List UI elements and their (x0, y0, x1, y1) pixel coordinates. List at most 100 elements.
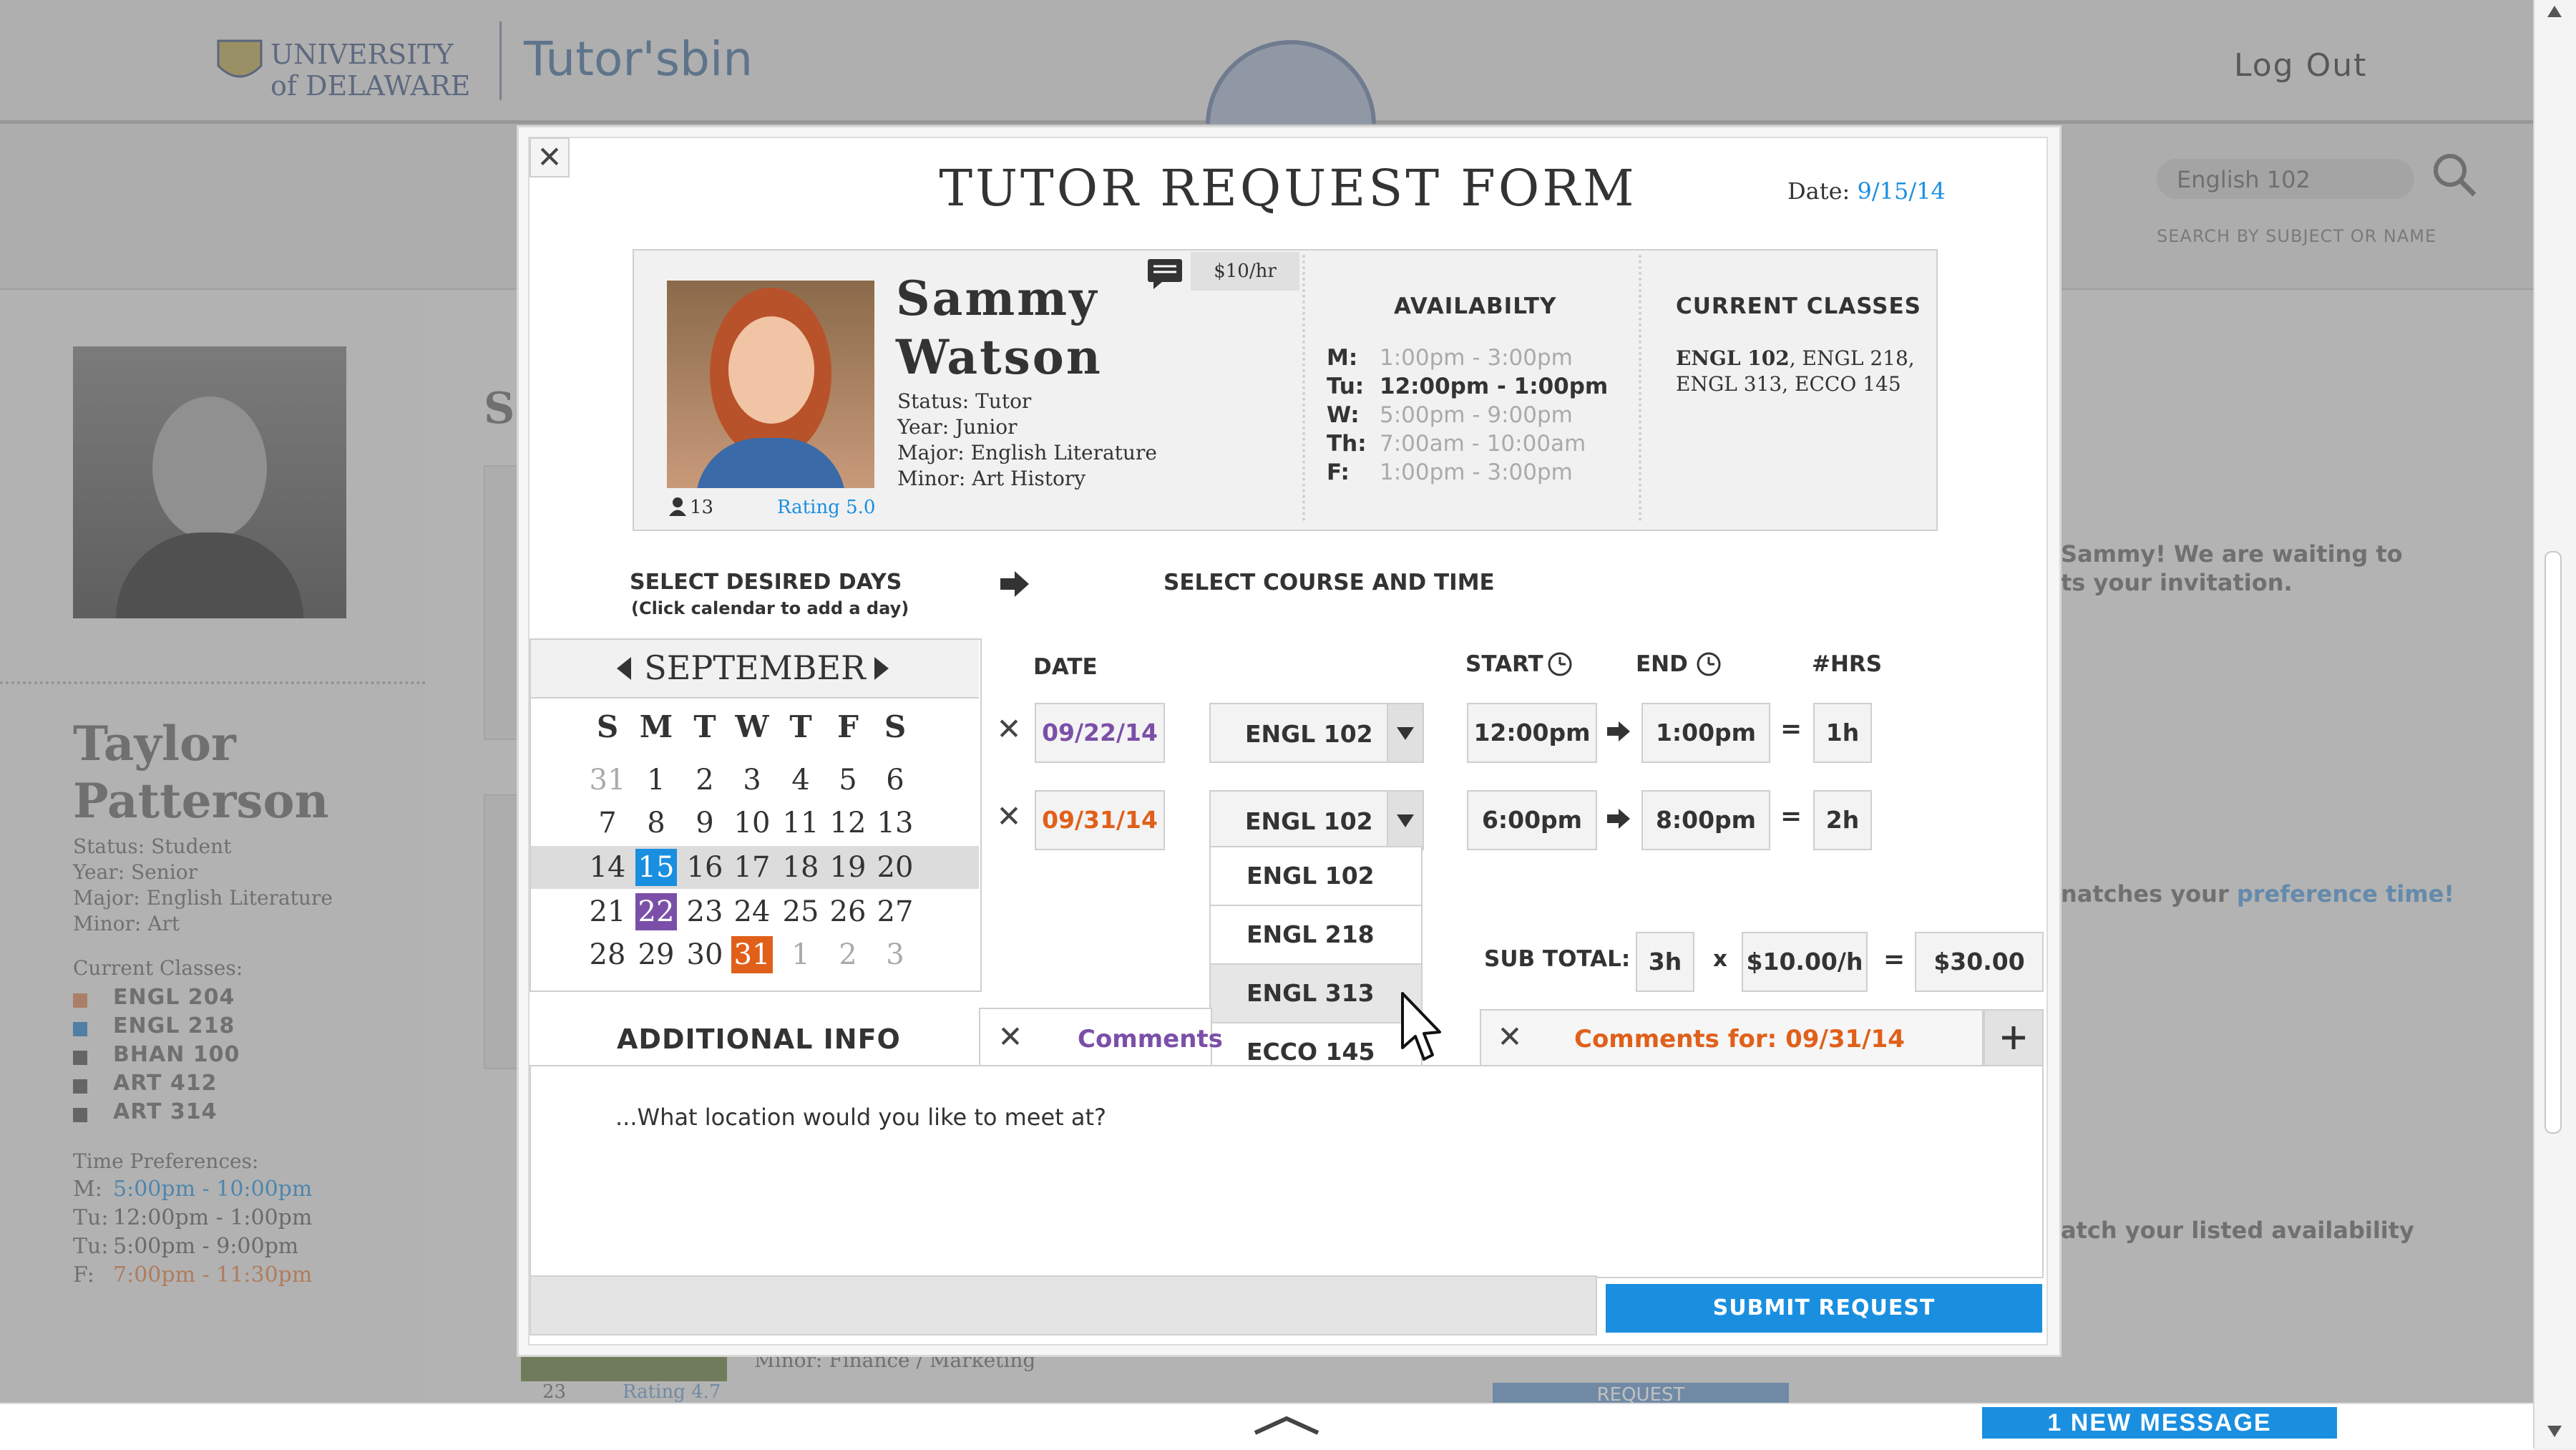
comment-tab[interactable]: ✕ Comments (979, 1008, 1223, 1066)
calendar-weekday: W (735, 709, 769, 744)
calendar-day[interactable]: 2 (827, 936, 869, 973)
tutor-status: Status: Tutor (897, 389, 1032, 413)
calendar-day[interactable]: 28 (587, 936, 628, 973)
calendar-day[interactable]: 26 (827, 893, 869, 930)
calendar-weekday: M (639, 709, 673, 744)
remove-row-icon[interactable]: ✕ (995, 799, 1023, 834)
chevron-down-icon[interactable] (1387, 792, 1423, 849)
calendar-next-icon[interactable] (873, 656, 890, 681)
calendar-day[interactable]: 25 (780, 893, 821, 930)
calendar-day[interactable]: 27 (874, 893, 916, 930)
tutor-rating: Rating 5.0 (777, 497, 876, 518)
current-class-rest: , ENGL 218, (1789, 346, 1915, 370)
calendar-day[interactable]: 22 (635, 893, 677, 930)
chevron-up-icon[interactable] (1252, 1414, 1321, 1436)
availability-day: F: (1327, 459, 1350, 485)
calendar-day[interactable]: 15 (635, 849, 677, 886)
calendar-day[interactable]: 8 (635, 804, 677, 842)
calendar-day[interactable]: 7 (587, 804, 628, 842)
card-divider (1639, 255, 1641, 521)
calendar-day[interactable]: 4 (780, 762, 821, 799)
comment-textarea[interactable]: ...What location would you like to meet … (530, 1065, 2044, 1278)
submit-request-button[interactable]: SUBMIT REQUEST (1606, 1284, 2042, 1333)
calendar-day[interactable]: 29 (635, 936, 677, 973)
course-option[interactable]: ENGL 102 (1209, 846, 1423, 906)
arrow-right-icon (1606, 720, 1631, 746)
row-date-field[interactable]: 09/22/14 (1035, 703, 1165, 763)
calendar-day[interactable]: 31 (731, 936, 773, 973)
subtotal-times: x (1713, 946, 1727, 972)
comment-tab-close-icon[interactable]: ✕ (1494, 1019, 1526, 1054)
course-select[interactable]: ENGL 102 (1209, 790, 1424, 850)
calendar-day[interactable]: 3 (731, 762, 773, 799)
calendar-day[interactable]: 21 (587, 893, 628, 930)
remove-row-icon[interactable]: ✕ (995, 711, 1023, 746)
calendar-day[interactable]: 1 (635, 762, 677, 799)
clock-icon (1697, 652, 1721, 676)
modal-close-button[interactable]: ✕ (530, 137, 570, 177)
calendar-day[interactable]: 24 (731, 893, 773, 930)
calendar-day[interactable]: 16 (684, 849, 726, 886)
header-date: DATE (1033, 654, 1098, 680)
calendar-day[interactable]: 5 (827, 762, 869, 799)
start-time-field[interactable]: 6:00pm (1467, 790, 1597, 850)
calendar-weekday: F (837, 709, 859, 744)
calendar-day[interactable]: 12 (827, 804, 869, 842)
row-date-field[interactable]: 09/31/14 (1035, 790, 1165, 850)
add-comment-button[interactable] (1984, 1009, 2044, 1066)
scroll-down-icon[interactable] (2546, 1424, 2563, 1439)
calendar-day[interactable]: 9 (684, 804, 726, 842)
calendar-day[interactable]: 30 (684, 936, 726, 973)
chevron-down-icon[interactable] (1387, 704, 1423, 762)
availability-time: 5:00pm - 9:00pm (1380, 402, 1573, 428)
end-time-field[interactable]: 8:00pm (1641, 790, 1770, 850)
calendar-day[interactable]: 2 (684, 762, 726, 799)
hours-field: 2h (1813, 790, 1872, 850)
calendar-day[interactable]: 11 (780, 804, 821, 842)
modal-footer-bar (530, 1275, 1597, 1335)
course-option[interactable]: ENGL 218 (1209, 905, 1423, 965)
current-classes-title: CURRENT CLASSES (1676, 293, 1921, 319)
subtotal-total: $30.00 (1915, 932, 2044, 992)
message-icon[interactable] (1146, 258, 1184, 289)
scrollbar-thumb[interactable] (2545, 551, 2562, 1134)
subtotal-rate: $10.00/h (1742, 932, 1868, 992)
calendar-day[interactable]: 18 (780, 849, 821, 886)
availability-title: AVAILABILTY (1394, 293, 1557, 319)
calendar-day[interactable]: 6 (874, 762, 916, 799)
additional-info-tab: ADDITIONAL INFO (530, 1008, 979, 1065)
calendar-day[interactable]: 23 (684, 893, 726, 930)
scroll-up-icon[interactable] (2546, 4, 2563, 19)
calendar-weekday: T (693, 709, 716, 744)
subtotal-label: SUB TOTAL: (1484, 946, 1631, 972)
calendar-weekday: S (884, 709, 907, 744)
calendar-day[interactable]: 14 (587, 849, 628, 886)
calendar-day[interactable]: 1 (780, 936, 821, 973)
calendar-day[interactable]: 13 (874, 804, 916, 842)
calendar-day[interactable]: 17 (731, 849, 773, 886)
hours-field: 1h (1813, 703, 1872, 763)
end-time-field[interactable]: 1:00pm (1641, 703, 1770, 763)
request-date-label: Date: (1787, 177, 1850, 205)
new-message-button[interactable]: 1 NEW MESSAGE (1982, 1407, 2337, 1439)
calendar-day[interactable]: 31 (587, 762, 628, 799)
plus-icon (2002, 1026, 2025, 1049)
calendar-prev-icon[interactable] (615, 656, 633, 681)
availability-row: F: 1:00pm - 3:00pm (1327, 459, 1627, 488)
current-classes-line1: ENGL 102, ENGL 218, (1676, 346, 1915, 370)
start-time-field[interactable]: 12:00pm (1467, 703, 1597, 763)
arrow-right-icon (1000, 571, 1029, 597)
calendar-day[interactable]: 10 (731, 804, 773, 842)
comment-tab-close-icon[interactable]: ✕ (995, 1019, 1026, 1054)
tutor-student-count: 13 (690, 497, 714, 518)
course-option[interactable]: ENGL 313 (1209, 963, 1423, 1023)
course-select-value: ENGL 102 (1245, 807, 1373, 835)
select-course-title: SELECT COURSE AND TIME (1163, 570, 1495, 595)
calendar-day[interactable]: 19 (827, 849, 869, 886)
course-select[interactable]: ENGL 102 (1209, 703, 1424, 763)
availability-time: 1:00pm - 3:00pm (1380, 345, 1573, 371)
comment-tab[interactable]: ✕ Comments for: 09/31/14 (1480, 1009, 1984, 1066)
tutor-minor: Minor: Art History (897, 467, 1086, 490)
calendar-day[interactable]: 3 (874, 936, 916, 973)
calendar-day[interactable]: 20 (874, 849, 916, 886)
